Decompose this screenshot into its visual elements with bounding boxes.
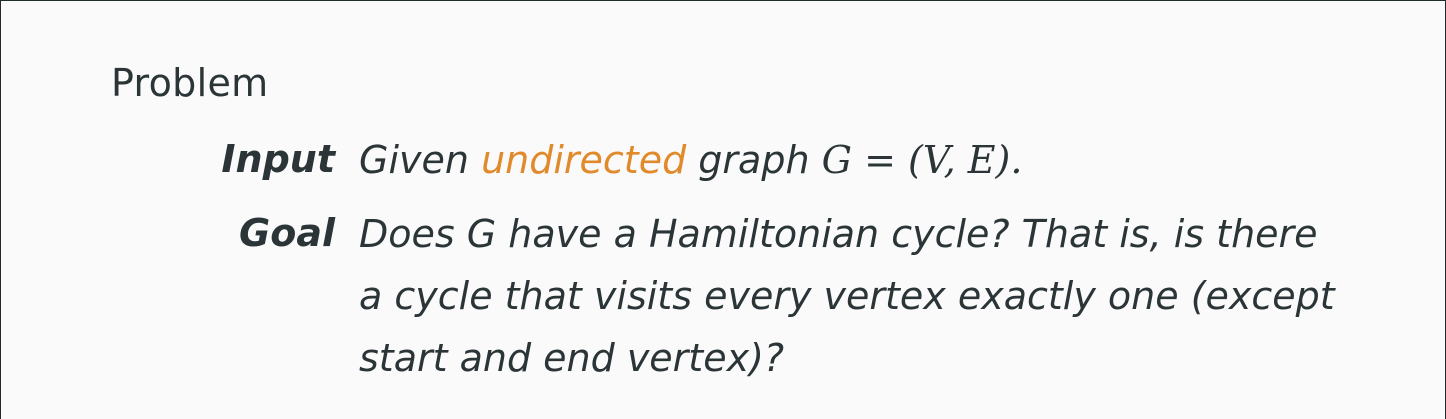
goal-text: Does G have a Hamiltonian cycle? That is… xyxy=(359,203,1359,389)
problem-heading: Problem xyxy=(111,61,269,105)
goal-line: Does G have a Hamiltonian cycle? That is… xyxy=(359,212,1318,256)
input-label: Input xyxy=(221,137,335,181)
input-math: G = (V, E). xyxy=(821,138,1023,182)
problem-panel: Problem Input Given undirected graph G =… xyxy=(0,0,1446,419)
input-text: Given undirected graph G = (V, E). xyxy=(359,129,1359,191)
input-highlight: undirected xyxy=(481,138,687,182)
goal-label: Goal xyxy=(239,211,335,255)
input-after: graph xyxy=(698,138,810,182)
goal-line: start and end vertex)? xyxy=(359,336,785,380)
goal-line: a cycle that visits every vertex exactly… xyxy=(359,274,1335,318)
input-before: Given xyxy=(359,138,469,182)
